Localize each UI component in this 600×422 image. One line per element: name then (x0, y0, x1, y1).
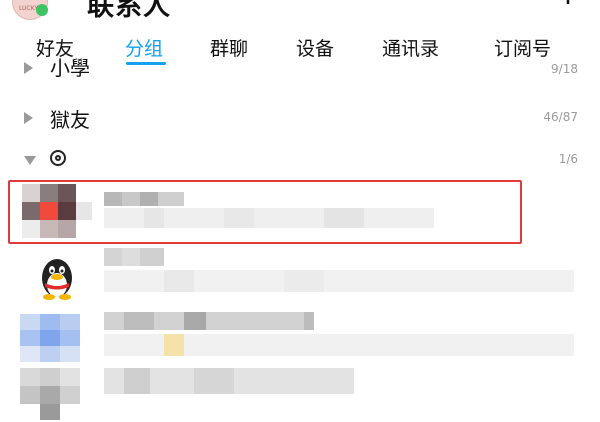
add-contact-icon[interactable] (540, 0, 576, 12)
contact-row[interactable] (14, 182, 584, 242)
group-name: 獄友 (50, 108, 90, 132)
group-row-inmates[interactable]: 獄友 46/87 (0, 98, 600, 138)
group-row-ring[interactable]: 1/6 (0, 140, 600, 180)
ring-icon (50, 150, 66, 166)
group-count: 46/87 (543, 110, 578, 124)
contact-row[interactable] (14, 306, 584, 366)
expanded-caret-icon (24, 156, 36, 165)
pixelated-contact-text (104, 246, 574, 300)
collapsed-caret-icon (24, 62, 33, 74)
pixelated-avatar (20, 368, 84, 420)
group-count: 1/6 (558, 152, 578, 166)
contact-row[interactable] (14, 246, 584, 306)
online-status-icon (36, 4, 48, 16)
contact-row[interactable] (14, 362, 584, 422)
top-bar: LUCKY 联系人 (0, 0, 600, 26)
group-name: 小學 (50, 56, 90, 80)
page-title: 联系人 (87, 0, 171, 22)
group-row-primary-school[interactable]: 小學 9/18 (0, 56, 600, 84)
pixelated-avatar (20, 314, 84, 362)
pixelated-contact-text (104, 192, 434, 228)
collapsed-caret-icon (24, 112, 33, 124)
group-count: 9/18 (551, 62, 578, 76)
pixelated-avatar (22, 184, 92, 240)
pixelated-contact-text (104, 368, 354, 398)
pixelated-contact-text (104, 312, 574, 360)
penguin-avatar (42, 259, 72, 300)
